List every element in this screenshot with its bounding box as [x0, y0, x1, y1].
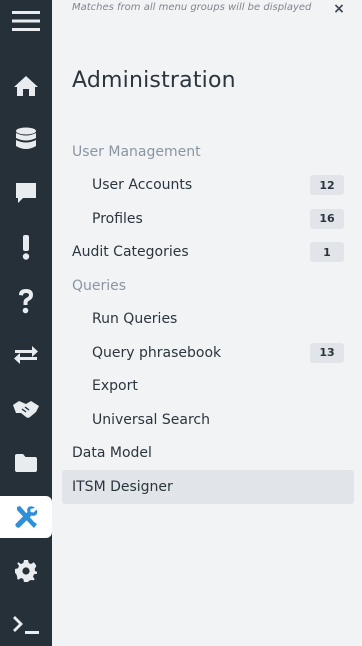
menu-item-run-queries[interactable]: Run Queries — [62, 303, 354, 337]
navigation-rail — [0, 0, 52, 646]
menu-item-itsm-designer[interactable]: ITSM Designer — [62, 470, 354, 504]
menu-item-universal-search[interactable]: Universal Search — [62, 403, 354, 437]
menu-item-profiles[interactable]: Profiles 16 — [62, 202, 354, 236]
admin-menu-list: User Management User Accounts 12 Profile… — [62, 135, 354, 504]
menu-item-audit-categories[interactable]: Audit Categories 1 — [62, 236, 354, 270]
hamburger-menu-icon[interactable] — [0, 0, 52, 42]
handshake-icon[interactable] — [0, 388, 52, 430]
count-badge: 16 — [310, 208, 344, 229]
menu-group-user-management: User Management — [62, 135, 354, 169]
menu-item-label: Data Model — [72, 445, 152, 462]
exchange-arrows-icon[interactable] — [0, 334, 52, 376]
count-badge: 12 — [310, 175, 344, 196]
menu-item-label: Audit Categories — [72, 244, 189, 261]
menu-item-export[interactable]: Export — [62, 370, 354, 404]
close-icon[interactable]: × — [331, 1, 347, 17]
menu-item-label: Run Queries — [92, 311, 178, 328]
question-icon[interactable] — [0, 280, 52, 322]
terminal-icon[interactable] — [0, 604, 52, 646]
menu-item-data-model[interactable]: Data Model — [62, 437, 354, 471]
exclamation-icon[interactable] — [0, 226, 52, 268]
admin-menu-panel: Matches from all menu groups will be dis… — [52, 0, 362, 646]
menu-group-queries: Queries — [62, 269, 354, 303]
database-icon[interactable] — [0, 118, 52, 160]
count-badge: 13 — [310, 342, 344, 363]
chat-icon[interactable] — [0, 172, 52, 214]
menu-item-label: Query phrasebook — [92, 344, 222, 361]
menu-item-label: Export — [92, 378, 138, 395]
search-hint: Matches from all menu groups will be dis… — [72, 2, 312, 13]
menu-item-label: Universal Search — [92, 411, 210, 428]
menu-item-label: Profiles — [92, 210, 143, 227]
menu-item-user-accounts[interactable]: User Accounts 12 — [62, 169, 354, 203]
wrench-screwdriver-icon[interactable] — [0, 496, 52, 538]
folder-icon[interactable] — [0, 442, 52, 484]
gear-icon[interactable] — [0, 550, 52, 592]
menu-group-label: Queries — [72, 277, 127, 294]
menu-item-label: ITSM Designer — [72, 478, 173, 495]
count-badge: 1 — [310, 242, 344, 263]
home-icon[interactable] — [0, 65, 52, 107]
menu-item-label: User Accounts — [92, 177, 193, 194]
menu-group-label: User Management — [72, 143, 201, 160]
page-title: Administration — [72, 68, 236, 93]
menu-item-query-phrasebook[interactable]: Query phrasebook 13 — [62, 336, 354, 370]
